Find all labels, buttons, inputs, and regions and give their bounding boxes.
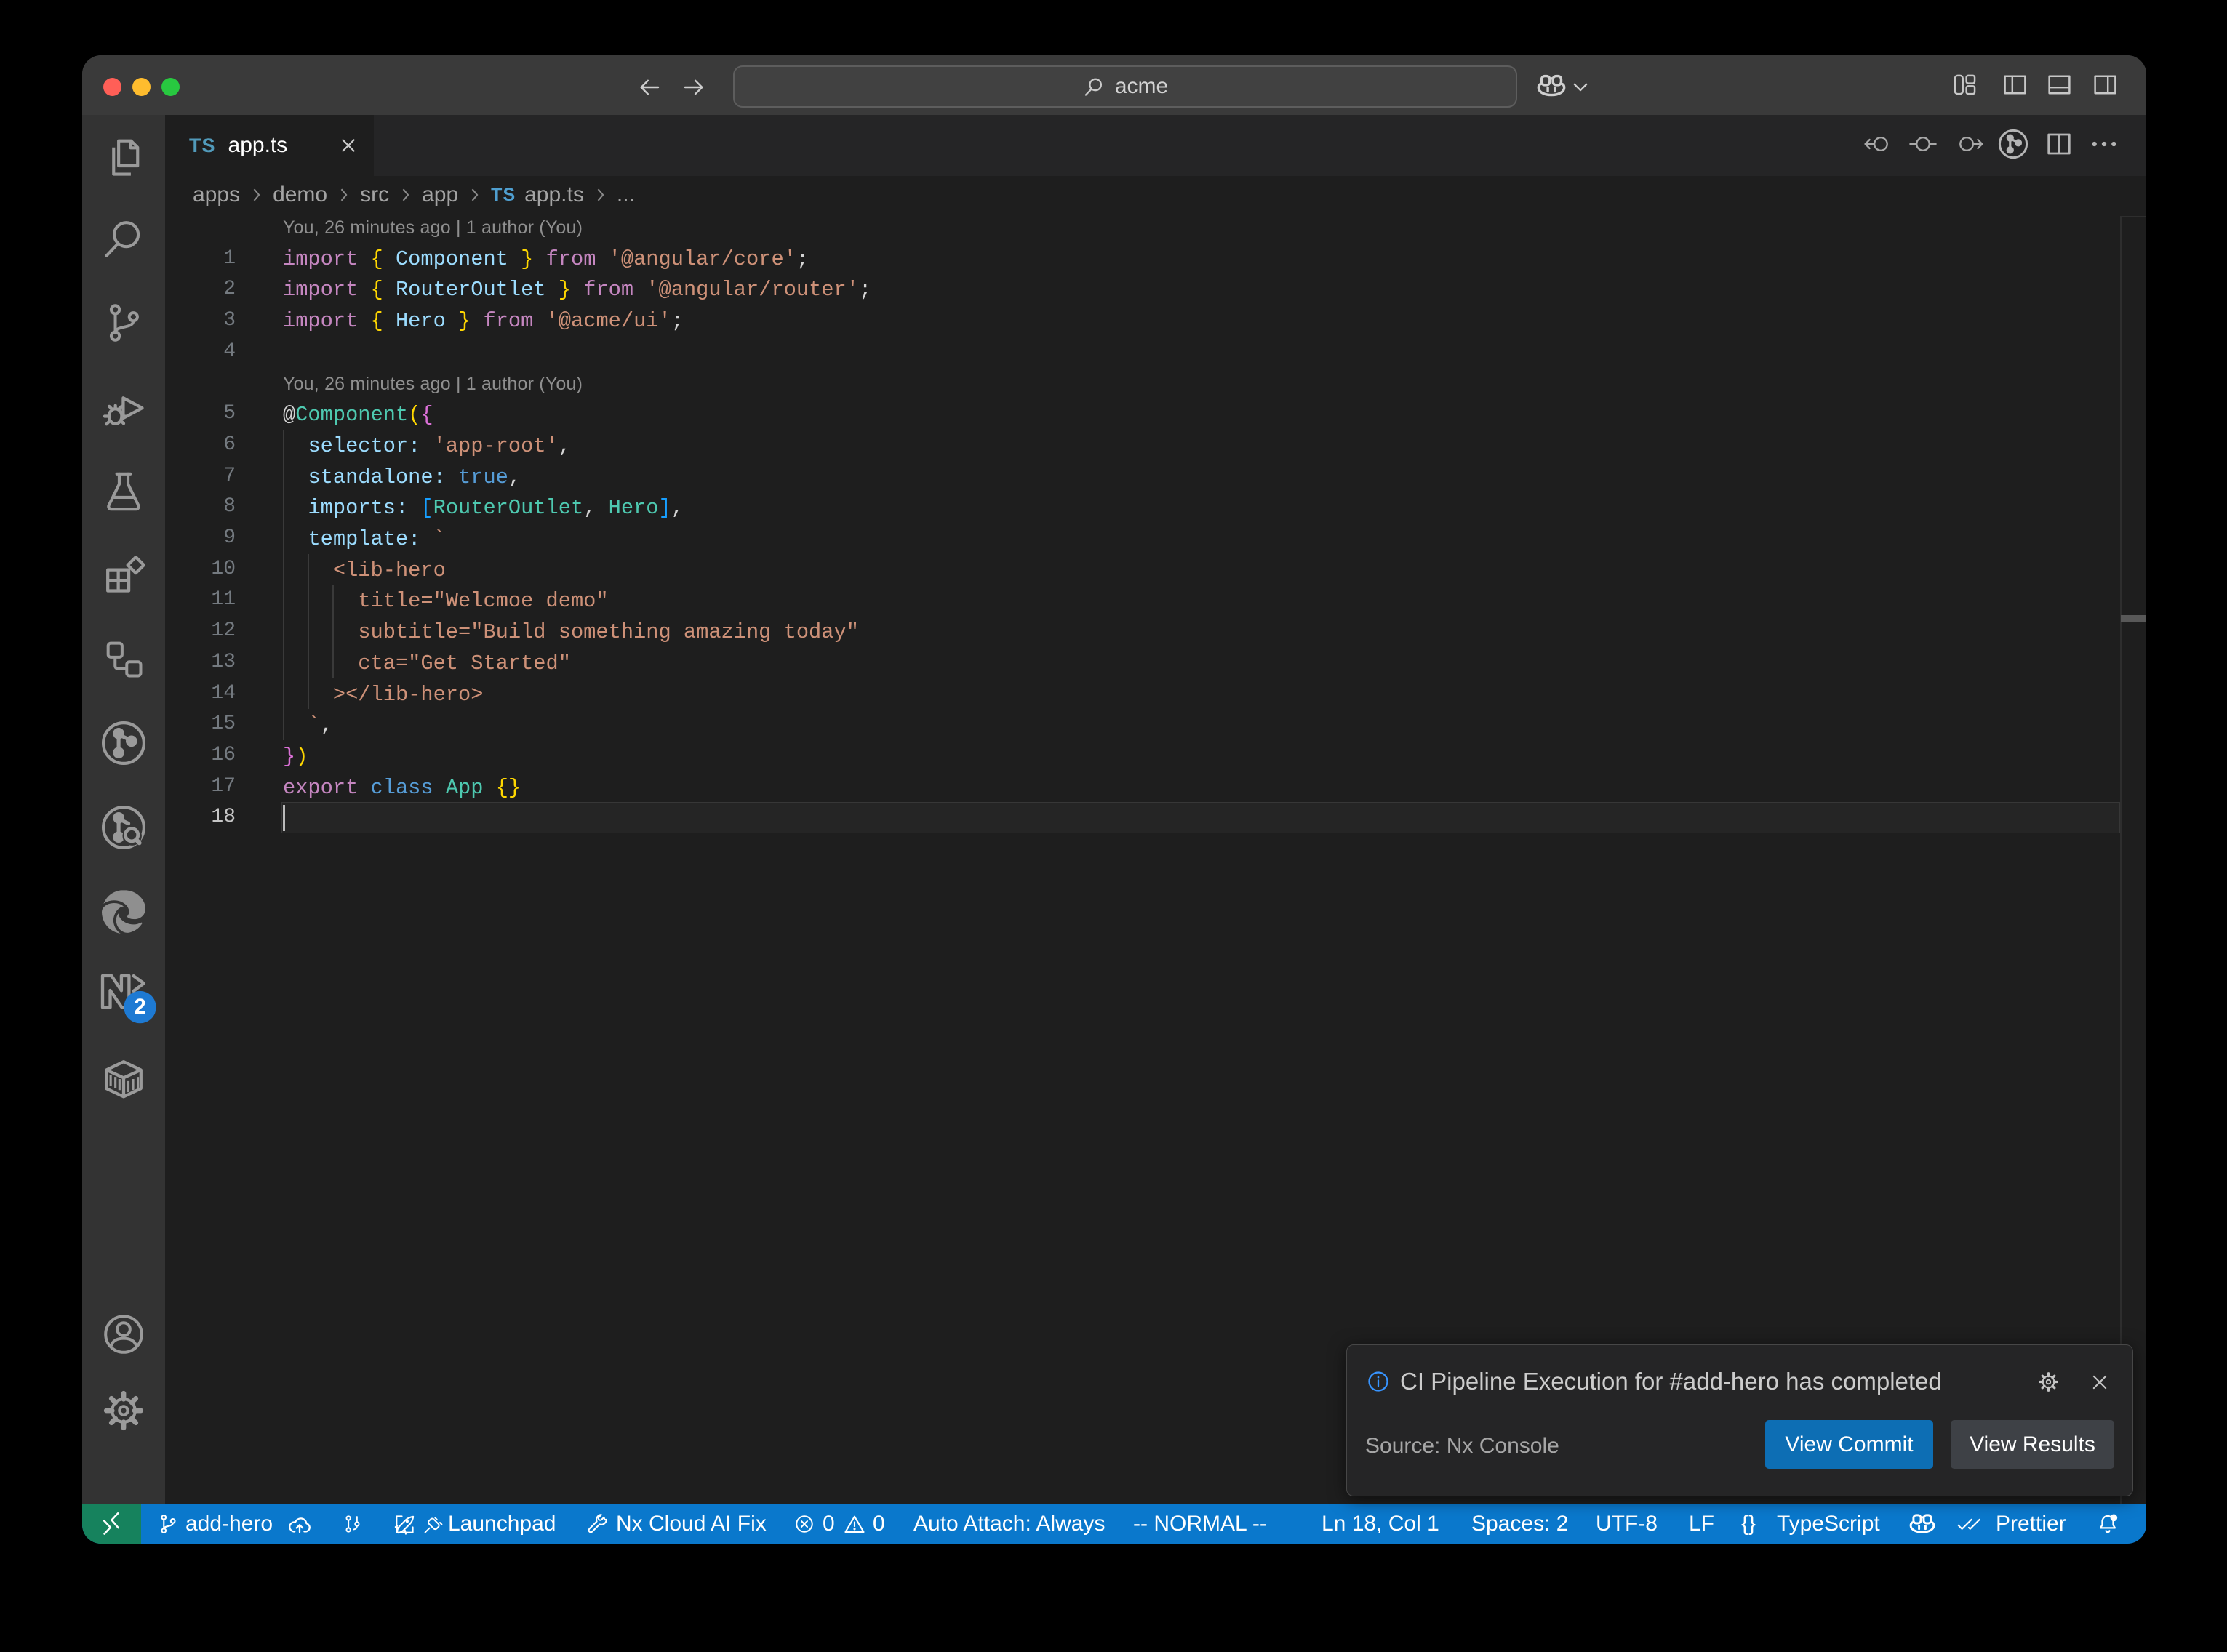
svg-text:2: 2 <box>134 995 146 1019</box>
